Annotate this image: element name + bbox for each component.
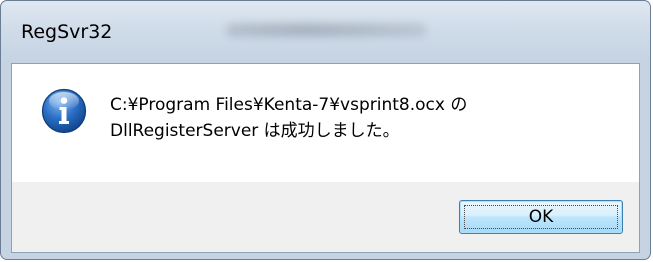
dialog-window: RegSvr32 C:¥Program Files¥Kenta-7¥vsprin… [0, 0, 651, 260]
message-text: C:¥Program Files¥Kenta-7¥vsprint8.ocx の … [110, 92, 467, 144]
message-line-1: C:¥Program Files¥Kenta-7¥vsprint8.ocx の [110, 95, 468, 115]
message-line-2: DllRegisterServer は成功しました。 [110, 121, 400, 141]
info-icon [41, 88, 87, 134]
blurred-background-title [226, 23, 426, 37]
message-area: C:¥Program Files¥Kenta-7¥vsprint8.ocx の … [12, 64, 639, 182]
ok-button[interactable]: OK [459, 200, 623, 234]
title-bar[interactable]: RegSvr32 [1, 1, 650, 63]
window-title: RegSvr32 [21, 21, 113, 43]
dialog-client-area: C:¥Program Files¥Kenta-7¥vsprint8.ocx の … [11, 63, 640, 253]
ok-button-label: OK [528, 207, 554, 227]
